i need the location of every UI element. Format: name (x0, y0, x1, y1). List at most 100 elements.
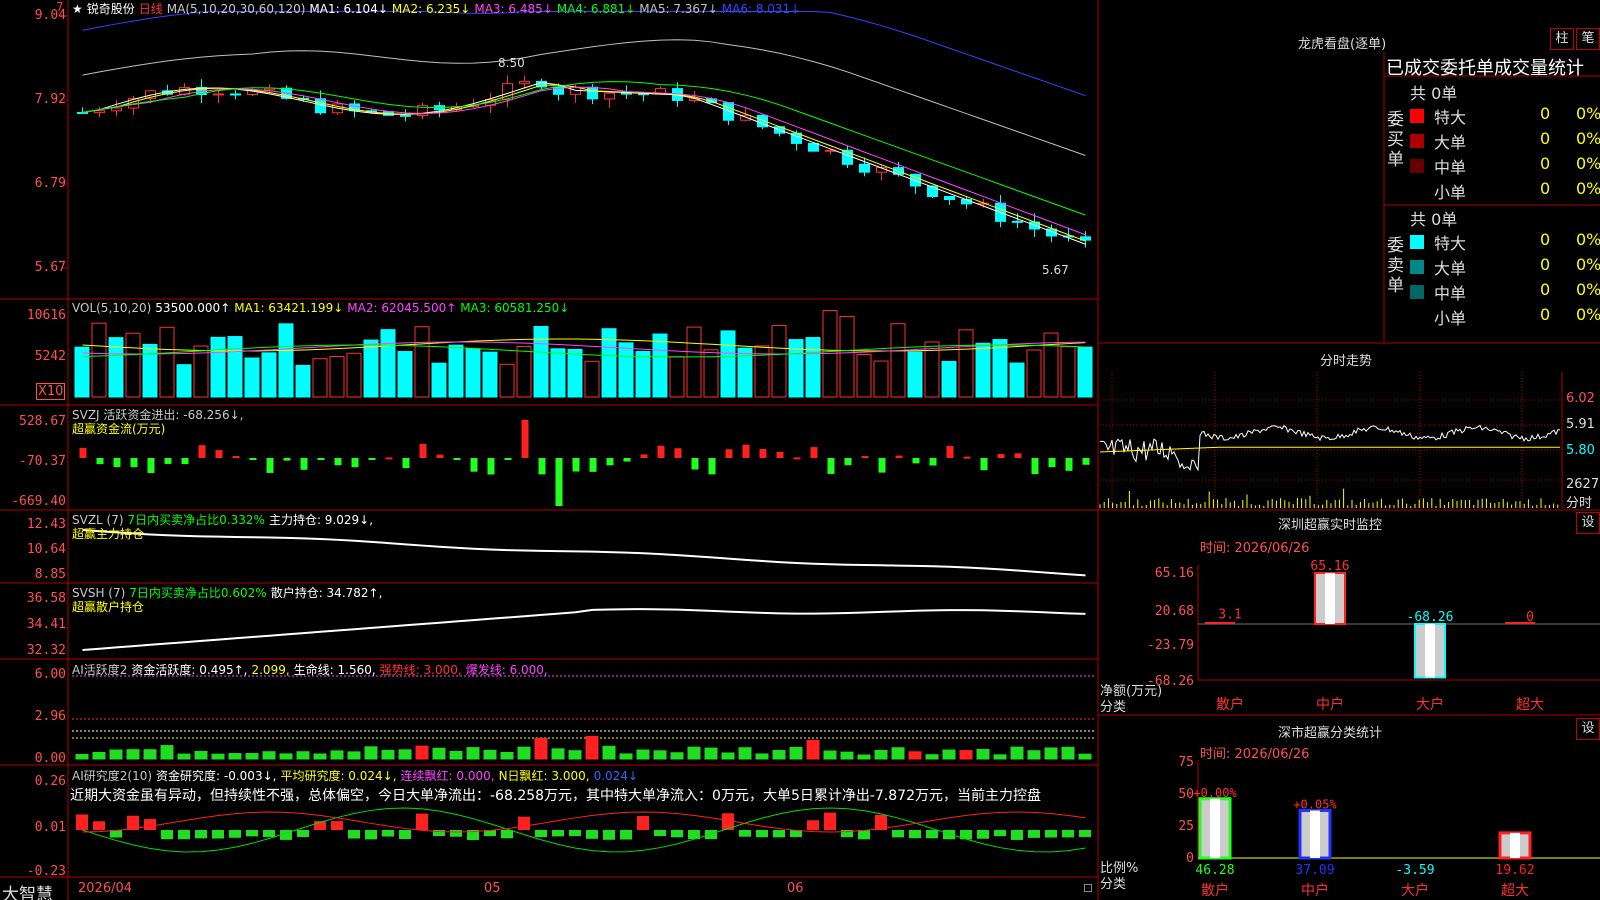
monitor-settings-button[interactable]: 设 (1576, 512, 1600, 534)
buy-row-swatch (1410, 159, 1424, 173)
ma1-value: MA1: 6.104↓ (309, 2, 388, 16)
vol-ma1: MA1: 63421.199↓ (234, 301, 344, 315)
svsh-hold: 散户持仓: 34.782↑, (270, 586, 383, 600)
star-icon[interactable]: ★ (72, 2, 83, 16)
svsh-axis-3: 32.32 (26, 643, 66, 658)
brand-logo: 大智慧 (2, 885, 53, 900)
classify-settings-button[interactable]: 设 (1576, 718, 1600, 740)
classify-time: 时间: 2026/06/26 (1200, 747, 1310, 762)
ai2-header: AI研究度2(10) 资金研究度: -0.003↓, 平均研究度: 0.024↓, 连… (72, 767, 642, 784)
sell-row-value: 0 (1540, 255, 1551, 274)
monitor-time: 时间: 2026/06/26 (1200, 541, 1310, 556)
buy-row-value: 0 (1540, 154, 1551, 173)
sell-side-label: 委卖单 (1387, 236, 1404, 296)
buy-side-label: 委买单 (1387, 110, 1404, 170)
lock-icon[interactable] (1084, 884, 1092, 892)
stock-name: 锐奇股份 (86, 2, 135, 16)
high-price-label: 8.50 (498, 56, 525, 70)
ai2-red: 连续飘红: 0.000, (400, 769, 495, 783)
vol-axis-1: 10616 (26, 308, 66, 323)
fenshi-title: 分时走势 (1320, 354, 1373, 369)
sell-row-swatch (1410, 260, 1424, 274)
fenshi-axis-2: 5.91 (1566, 417, 1595, 432)
ma2-value: MA2: 6.235↓ (391, 2, 471, 16)
ai2-tail: 0.024↓ (593, 769, 639, 783)
svsh-axis-1: 36.58 (26, 591, 66, 606)
ai2-avg: 平均研究度: 0.024↓, (280, 769, 397, 783)
monitor-category: 中户 (1316, 696, 1344, 713)
classify-bar-value: 46.28 (1195, 863, 1234, 878)
lhb-tabs[interactable]: 已成交委托单成交量统计 (1386, 54, 1600, 76)
buy-row-value: 0 (1540, 104, 1551, 123)
ai2-comment: 近期大资金虽有异动，但持续性不强，总体偏空，今日大单净流出：-68.258万元，… (70, 788, 1041, 804)
sell-row-label: 中单 (1434, 284, 1467, 303)
ai1-axis-1: 6.00 (34, 667, 66, 682)
svzl-hold: 主力持仓: 9.029↓, (268, 513, 374, 527)
monitor-title: 深圳超赢实时监控 (1278, 518, 1383, 533)
buy-row-label: 特大 (1434, 108, 1467, 127)
ai2-name: AI研究度2(10) (72, 769, 153, 783)
monitor-category: 散户 (1216, 696, 1244, 713)
ai1-value2: 2.099, (251, 663, 290, 677)
monitor-axis-label: 20.68 (1155, 604, 1194, 619)
svsh-axis-2: 34.41 (26, 617, 66, 632)
classify-bar-shine (1210, 798, 1220, 858)
svsh-sublabel: 超赢散户持仓 (72, 600, 145, 614)
monitor-xlabel: 分类 (1100, 700, 1127, 715)
monitor-bar-value: 0 (1526, 610, 1534, 625)
low-price-label: 5.67 (1042, 263, 1069, 277)
classify-axis-label: 25 (1178, 819, 1194, 834)
ma-label: MA(5,10,20,30,60,120) (166, 2, 306, 16)
bar-mode-button[interactable]: 柱 (1550, 28, 1574, 50)
ai2-research: 资金研究度: -0.003↓, (156, 769, 277, 783)
buy-row-percent: 0% (1576, 129, 1600, 148)
ai1-lifeline: 生命线: 1.560, (293, 663, 376, 677)
ai2-axis-1: 0.26 (34, 774, 66, 789)
vol-header: VOL(5,10,20) 53500.000↑ MA1: 63421.199↓ MA2… (72, 301, 573, 315)
date-tick-3: 06 (787, 881, 804, 896)
monitor-axis-label: 65.16 (1155, 566, 1194, 581)
ai1-activity: 资金活跃度: 0.495↑, (131, 663, 248, 677)
tick-mode-button[interactable]: 笔 (1576, 28, 1600, 50)
classify-category: 散户 (1201, 882, 1229, 899)
sell-row-label: 小单 (1434, 309, 1467, 328)
svzj-axis-1: 528.67 (19, 414, 66, 429)
ai2-nred: N日飘红: 3.000, (498, 769, 590, 783)
classify-bar-change: +0.00% (1193, 786, 1237, 800)
buy-row-label: 小单 (1434, 183, 1467, 202)
classify-axis-label: 50 (1178, 787, 1194, 802)
sell-row-value: 0 (1540, 305, 1551, 324)
classify-bar-value: -3.59 (1395, 863, 1434, 878)
period-label[interactable]: 日线 (139, 2, 163, 16)
vol-value: 53500.000↑ (155, 301, 231, 315)
classify-bar-shine (1510, 832, 1520, 858)
sell-row-label: 大单 (1434, 259, 1467, 278)
buy-row-value: 0 (1540, 179, 1551, 198)
vol-ma3: MA3: 60581.250↓ (460, 301, 570, 315)
sell-row-percent: 0% (1576, 305, 1600, 324)
buy-row-percent: 0% (1576, 104, 1600, 123)
monitor-bar-shine (1325, 573, 1335, 624)
monitor-bar-value: -68.26 (1407, 610, 1454, 625)
date-tick-1: 2026/04 (78, 881, 133, 896)
classify-bar-value: 37.09 (1295, 863, 1334, 878)
buy-row-label: 中单 (1434, 158, 1467, 177)
price-axis-4: 5.67 (34, 260, 66, 275)
buy-total: 共 0单 (1410, 84, 1458, 103)
sell-row-swatch (1410, 235, 1424, 249)
classify-bar-change: +0.05% (1293, 798, 1337, 812)
buy-row-value: 0 (1540, 129, 1551, 148)
monitor-bar-value: 3.1 (1218, 608, 1241, 623)
price-axis-2: 7.92 (34, 92, 66, 107)
ai1-name: AI活跃度2 (72, 663, 128, 677)
svzj-axis-3: -669.40 (11, 494, 66, 509)
buy-row-percent: 0% (1576, 154, 1600, 173)
date-tick-2: 05 (484, 881, 501, 896)
fenshi-unit: 分时 (1566, 496, 1593, 511)
svzl-axis-3: 8.85 (34, 567, 66, 582)
ma6-value: MA6: 8.031↓ (721, 2, 801, 16)
ai1-burst: 爆发线: 6.000, (465, 663, 548, 677)
ai2-axis-2: 0.01 (34, 820, 66, 835)
fenshi-axis-1: 6.02 (1566, 391, 1595, 406)
ai1-axis-3: 0.00 (34, 751, 66, 766)
